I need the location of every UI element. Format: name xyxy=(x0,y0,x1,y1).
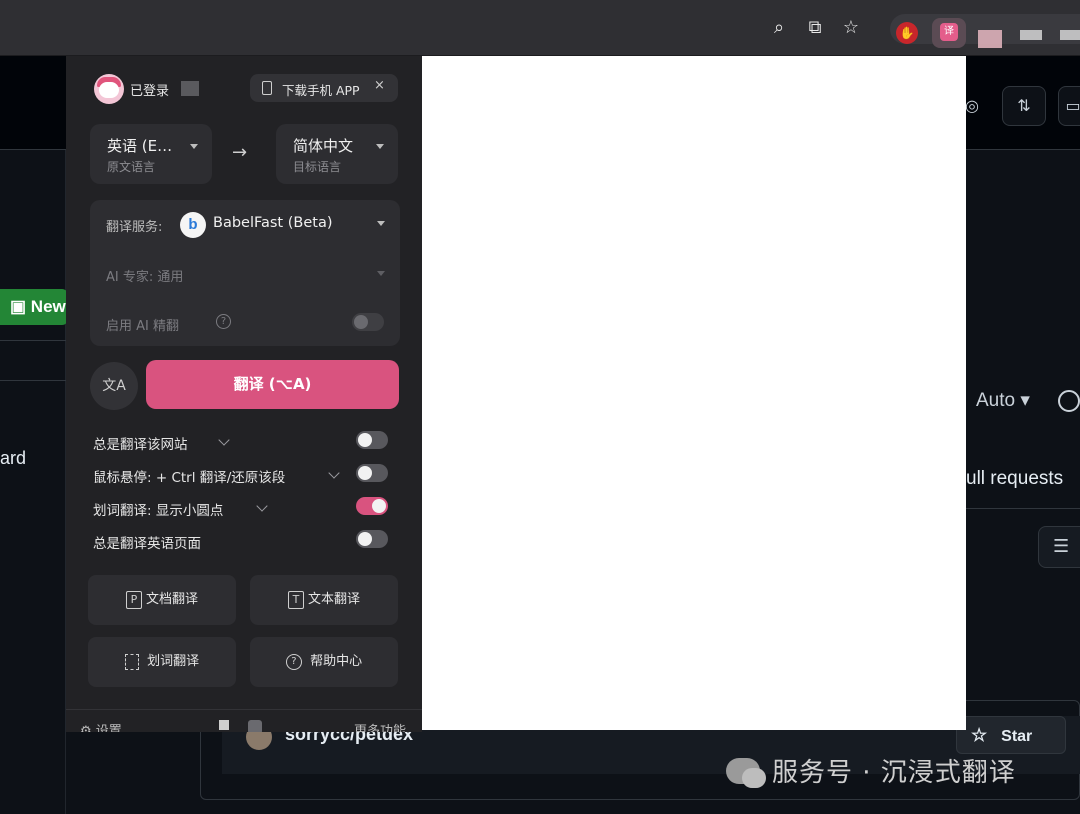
text-icon: T xyxy=(287,590,304,609)
blurred-extension-icon[interactable] xyxy=(978,30,1002,48)
watermark-text: 服务号 · 沉浸式翻译 xyxy=(772,758,1016,788)
filter-button[interactable]: ☰ xyxy=(1038,526,1080,568)
selection-translate-button[interactable]: 划词翻译 xyxy=(88,637,236,687)
toggle-knob xyxy=(372,499,386,513)
settings-label: 设置 xyxy=(95,724,122,732)
help-icon: ? xyxy=(285,653,302,670)
text-translate-button[interactable]: T 文本翻译 xyxy=(250,575,398,625)
source-language-select[interactable]: 英语 (E… 原文语言 xyxy=(90,124,212,184)
user-avatar[interactable] xyxy=(94,74,124,104)
always-translate-english-toggle[interactable] xyxy=(356,530,388,548)
phone-icon xyxy=(262,81,272,95)
pull-requests-icon[interactable]: ⇅ xyxy=(1002,86,1046,126)
new-repository-button[interactable]: ▣ New xyxy=(0,289,68,325)
blurred-icon[interactable] xyxy=(248,720,262,732)
inbox-icon[interactable]: ▭ xyxy=(1058,86,1080,126)
babelfast-logo-icon: b xyxy=(180,212,206,238)
service-settings-card: 翻译服务: b BabelFast (Beta) AI 专家: 通用 启用 AI… xyxy=(90,200,400,346)
source-language-caption: 原文语言 xyxy=(107,160,156,174)
github-sidebar xyxy=(0,150,66,814)
caret-down-icon xyxy=(376,144,384,149)
tab-pull-requests[interactable]: ull requests xyxy=(966,468,1063,490)
theme-select[interactable]: Auto ▾ xyxy=(976,389,1030,412)
ai-enhance-label: 启用 AI 精翻 xyxy=(106,319,179,334)
option-selection-translate-label: 划词翻译: 显示小圆点 xyxy=(93,503,224,519)
blurred-profile-icon[interactable] xyxy=(1060,30,1080,40)
cast-icon[interactable]: ⧉ xyxy=(803,16,827,40)
divider xyxy=(966,508,1080,509)
star-button[interactable]: ☆ Star xyxy=(956,716,1066,754)
extension-red-icon[interactable]: ✋ xyxy=(896,22,918,44)
hover-translate-toggle[interactable] xyxy=(356,464,388,482)
settings-circle-icon[interactable] xyxy=(1058,390,1080,412)
gear-icon: ⚙ xyxy=(80,724,92,732)
chevron-down-icon[interactable] xyxy=(218,434,230,446)
service-label: 翻译服务: xyxy=(106,220,163,235)
selection-translate-toggle[interactable] xyxy=(356,497,388,515)
selection-icon xyxy=(124,653,139,670)
help-center-label: 帮助中心 xyxy=(310,654,363,669)
small-square-icon[interactable] xyxy=(219,720,229,730)
help-center-button[interactable]: ? 帮助中心 xyxy=(250,637,398,687)
target-language-caption: 目标语言 xyxy=(293,160,342,174)
text-translate-label: 文本翻译 xyxy=(307,592,360,607)
login-status: 已登录 xyxy=(130,84,170,99)
caret-down-icon xyxy=(377,271,385,276)
chevron-down-icon[interactable] xyxy=(256,500,268,512)
selection-translate-label: 划词翻译 xyxy=(147,654,200,669)
ai-enhance-toggle[interactable] xyxy=(352,313,384,331)
arrow-right-icon: → xyxy=(232,142,248,163)
wechat-watermark: 服务号 · 沉浸式翻译 xyxy=(726,752,1016,789)
toggle-knob xyxy=(354,315,368,329)
option-hover-translate-label: 鼠标悬停: + Ctrl 翻译/还原该段 xyxy=(93,470,286,486)
divider xyxy=(0,380,66,381)
blurred-username xyxy=(181,81,199,96)
toggle-knob xyxy=(358,532,372,546)
pdf-icon: P xyxy=(125,590,142,609)
caret-down-icon xyxy=(190,144,198,149)
source-language-value: 英语 (E… xyxy=(107,137,173,155)
avatar-face xyxy=(99,82,119,98)
chevron-down-icon[interactable] xyxy=(328,467,340,479)
document-translate-label: 文档翻译 xyxy=(145,592,198,607)
wechat-icon xyxy=(726,758,766,788)
caret-down-icon[interactable] xyxy=(377,221,385,226)
divider xyxy=(0,340,66,341)
close-icon[interactable]: × xyxy=(374,78,385,93)
toggle-knob xyxy=(358,433,372,447)
more-features-link[interactable]: 更多功能 xyxy=(354,720,406,732)
divider xyxy=(66,709,422,710)
bookmark-star-icon[interactable]: ☆ xyxy=(839,16,863,40)
download-app-banner[interactable]: 下载手机 APP × xyxy=(250,74,398,102)
sidebar-text: ard xyxy=(0,448,27,468)
service-select[interactable]: BabelFast (Beta) xyxy=(213,215,332,231)
translate-button[interactable]: 翻译 (⌥A) xyxy=(146,360,399,409)
target-language-select[interactable]: 简体中文 目标语言 xyxy=(276,124,398,184)
zoom-icon[interactable]: ⌕ xyxy=(767,16,791,40)
help-icon[interactable]: ? xyxy=(216,314,231,329)
always-translate-site-toggle[interactable] xyxy=(356,431,388,449)
ai-expert-select[interactable]: AI 专家: 通用 xyxy=(106,266,183,285)
immersive-translate-popup: 已登录 下载手机 APP × 英语 (E… 原文语言 → 简体中文 目标语言 翻… xyxy=(66,56,422,732)
translate-mode-icon[interactable]: 文A xyxy=(90,362,138,410)
document-translate-button[interactable]: P 文档翻译 xyxy=(88,575,236,625)
download-app-label: 下载手机 APP xyxy=(282,83,360,98)
option-always-translate-site-label: 总是翻译该网站 xyxy=(93,437,188,453)
immersive-translate-extension-button[interactable]: 译 xyxy=(932,18,966,48)
target-language-value: 简体中文 xyxy=(293,137,354,155)
option-always-translate-english-label: 总是翻译英语页面 xyxy=(93,536,201,552)
toggle-knob xyxy=(358,466,372,480)
translate-icon: 译 xyxy=(940,23,958,41)
blurred-extension-icon[interactable] xyxy=(1020,30,1042,40)
translation-result-panel xyxy=(422,56,966,730)
settings-link[interactable]: ⚙ 设置 xyxy=(80,720,122,732)
star-icon: ☆ xyxy=(971,725,988,745)
